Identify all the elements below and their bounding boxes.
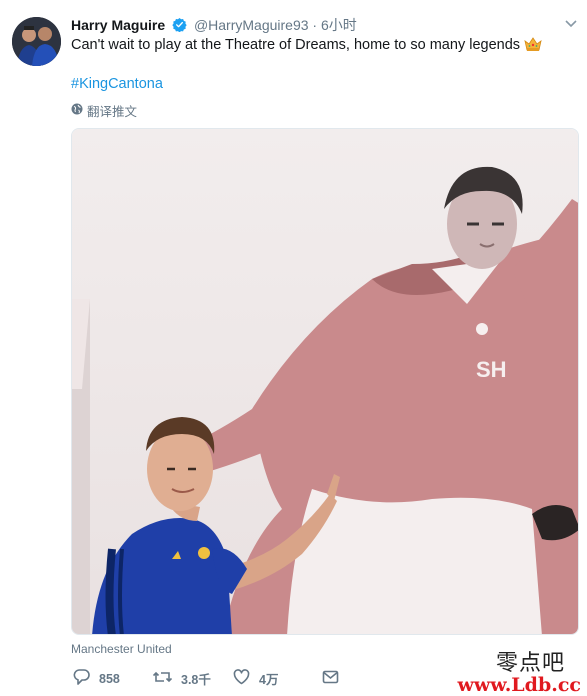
timestamp[interactable]: 6小时 <box>321 17 357 33</box>
crown-emoji-icon <box>524 36 542 58</box>
share-button[interactable] <box>322 669 339 688</box>
globe-icon <box>71 103 83 118</box>
tweet-photo[interactable]: SH <box>71 128 579 635</box>
photo-image: SH <box>72 129 578 634</box>
like-icon <box>233 669 250 688</box>
share-icon <box>322 669 339 688</box>
svg-text:SH: SH <box>476 357 507 382</box>
location-label[interactable]: Manchester United <box>71 642 172 656</box>
separator-dot: · <box>312 17 318 33</box>
tweet-actions: 858 3.8千 4万 <box>73 669 339 688</box>
watermark-url: www.Ldb.cc <box>457 674 581 696</box>
translate-tweet-button[interactable]: 翻译推文 <box>71 101 137 120</box>
reply-count: 858 <box>99 671 120 686</box>
retweet-icon <box>152 669 173 688</box>
reply-icon <box>73 669 90 688</box>
retweet-count: 3.8千 <box>181 673 211 687</box>
translate-label: 翻译推文 <box>87 105 138 119</box>
avatar-image <box>12 17 61 66</box>
reply-button[interactable]: 858 <box>73 669 153 688</box>
hashtag-link[interactable]: #KingCantona <box>71 76 163 92</box>
chevron-down-icon[interactable] <box>565 17 577 31</box>
display-name[interactable]: Harry Maguire <box>71 17 165 33</box>
like-count: 4万 <box>259 673 279 687</box>
tweet: Harry Maguire @HarryMaguire93 · 6小时 Can'… <box>0 0 587 696</box>
watermark-title: 零点吧 <box>495 651 565 676</box>
handle[interactable]: @HarryMaguire93 <box>194 17 309 33</box>
tweet-text-body: Can't wait to play at the Theatre of Dre… <box>71 37 521 53</box>
retweet-button[interactable]: 3.8千 <box>152 669 233 688</box>
like-button[interactable]: 4万 <box>233 669 322 688</box>
avatar[interactable] <box>12 17 61 66</box>
tweet-text: Can't wait to play at the Theatre of Dre… <box>71 36 542 58</box>
tweet-header: Harry Maguire @HarryMaguire93 · 6小时 <box>71 16 357 36</box>
verified-badge-icon <box>172 17 187 36</box>
